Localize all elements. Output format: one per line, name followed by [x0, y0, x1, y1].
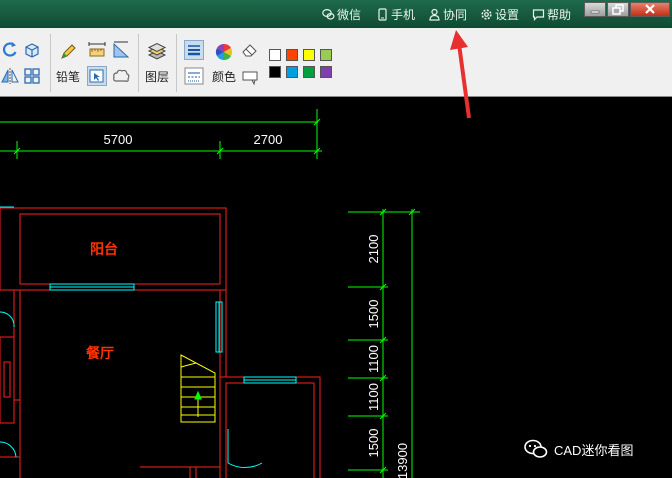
- measure-area-button[interactable]: [111, 40, 131, 60]
- title-bar: 微信 手机 协同 设置 帮助: [0, 0, 672, 28]
- watermark: CAD迷你看图: [524, 438, 633, 460]
- color-swatch-light-green[interactable]: [320, 49, 332, 61]
- collab-link[interactable]: 协同: [428, 6, 467, 22]
- phone-icon: [376, 7, 389, 21]
- measure-mode-button[interactable]: [87, 66, 107, 86]
- right-dimension-lines: [348, 208, 420, 478]
- layer-label: 图层: [145, 70, 170, 84]
- eraser-button[interactable]: [240, 40, 260, 60]
- dimension-text: 2700: [254, 132, 283, 147]
- color-swatch-blue[interactable]: [286, 66, 298, 78]
- toolbar: 铅笔 图层 颜色: [0, 28, 672, 97]
- help-link[interactable]: 帮助: [532, 6, 571, 22]
- room-label-dining: 餐厅: [85, 345, 114, 361]
- color-swatch-yellow[interactable]: [303, 49, 315, 61]
- 3d-view-button[interactable]: [22, 40, 42, 60]
- close-icon: [645, 4, 655, 14]
- toolbar-separator: [50, 34, 51, 92]
- color-wheel-button[interactable]: [214, 42, 234, 62]
- mirror-icon: [1, 68, 19, 84]
- wechat-icon: [322, 8, 335, 21]
- pencil-button[interactable]: [58, 42, 78, 62]
- eraser-icon: [242, 44, 257, 57]
- help-label: 帮助: [547, 7, 572, 22]
- minimize-button[interactable]: [584, 2, 606, 17]
- stairs: [180, 354, 216, 423]
- dimension-text: 1500: [366, 429, 381, 458]
- floor-plan: 5700 2700 2100 1500 1100 1100 1500 13900…: [0, 109, 420, 478]
- grid-button[interactable]: [22, 66, 42, 86]
- windows: [0, 206, 297, 469]
- text-box-icon: [242, 71, 258, 86]
- dimension-text: 2100: [366, 235, 381, 264]
- phone-link[interactable]: 手机: [376, 6, 415, 22]
- text-edit-button[interactable]: [240, 66, 260, 86]
- gear-icon: [480, 8, 493, 21]
- line-weight-button[interactable]: [184, 40, 204, 60]
- chat-icon: [532, 8, 545, 21]
- toolbar-separator: [176, 34, 177, 92]
- phone-label: 手机: [391, 7, 416, 22]
- cloud-mark-button[interactable]: [111, 66, 131, 86]
- watermark-text: CAD迷你看图: [554, 442, 634, 458]
- dimension-text: 1100: [366, 345, 381, 373]
- drawing-canvas[interactable]: 5700 2700 2100 1500 1100 1100 1500 13900…: [0, 97, 672, 478]
- triangle-ruler-icon: [113, 41, 130, 58]
- cloud-icon: [113, 69, 130, 82]
- dimension-text: 13900: [395, 443, 410, 478]
- color-swatch-black[interactable]: [269, 66, 281, 78]
- pencil-icon: [61, 44, 76, 59]
- layer-button[interactable]: [147, 42, 167, 62]
- dimension-text: 1500: [366, 300, 381, 329]
- color-swatch-white[interactable]: [269, 49, 281, 61]
- users-icon: [428, 8, 441, 21]
- collab-label: 协同: [443, 7, 468, 22]
- dimension-text: 5700: [104, 132, 133, 147]
- restore-icon: [612, 4, 624, 15]
- pencil-label: 铅笔: [56, 70, 81, 84]
- line-type-button[interactable]: [184, 66, 204, 86]
- color-swatch-green[interactable]: [303, 66, 315, 78]
- ruler-icon: [88, 42, 106, 57]
- line-weight-icon: [188, 45, 200, 56]
- wechat-link[interactable]: 微信: [322, 6, 361, 22]
- wechat-icon: [524, 439, 548, 459]
- cube-icon: [25, 43, 39, 58]
- rotate-button[interactable]: [0, 40, 20, 60]
- wechat-label: 微信: [337, 7, 362, 22]
- restore-button[interactable]: [607, 2, 629, 17]
- line-type-icon: [184, 67, 204, 85]
- grid-icon: [24, 68, 40, 84]
- minimize-icon: [590, 10, 600, 14]
- color-label: 颜色: [212, 70, 237, 84]
- room-label-balcony: 阳台: [90, 241, 118, 257]
- dimension-text: 1100: [366, 383, 381, 411]
- color-swatch-red[interactable]: [286, 49, 298, 61]
- walls: [0, 207, 321, 478]
- toolbar-separator: [138, 34, 139, 92]
- close-button[interactable]: [630, 2, 670, 17]
- color-swatch-purple[interactable]: [320, 66, 332, 78]
- rotate-icon: [2, 42, 17, 57]
- settings-link[interactable]: 设置: [480, 6, 519, 22]
- layers-icon: [147, 42, 167, 60]
- settings-label: 设置: [495, 7, 520, 22]
- color-wheel-icon: [215, 43, 233, 61]
- measure-distance-button[interactable]: [87, 40, 107, 60]
- mirror-button[interactable]: [0, 66, 20, 86]
- cursor-select-icon: [89, 69, 104, 83]
